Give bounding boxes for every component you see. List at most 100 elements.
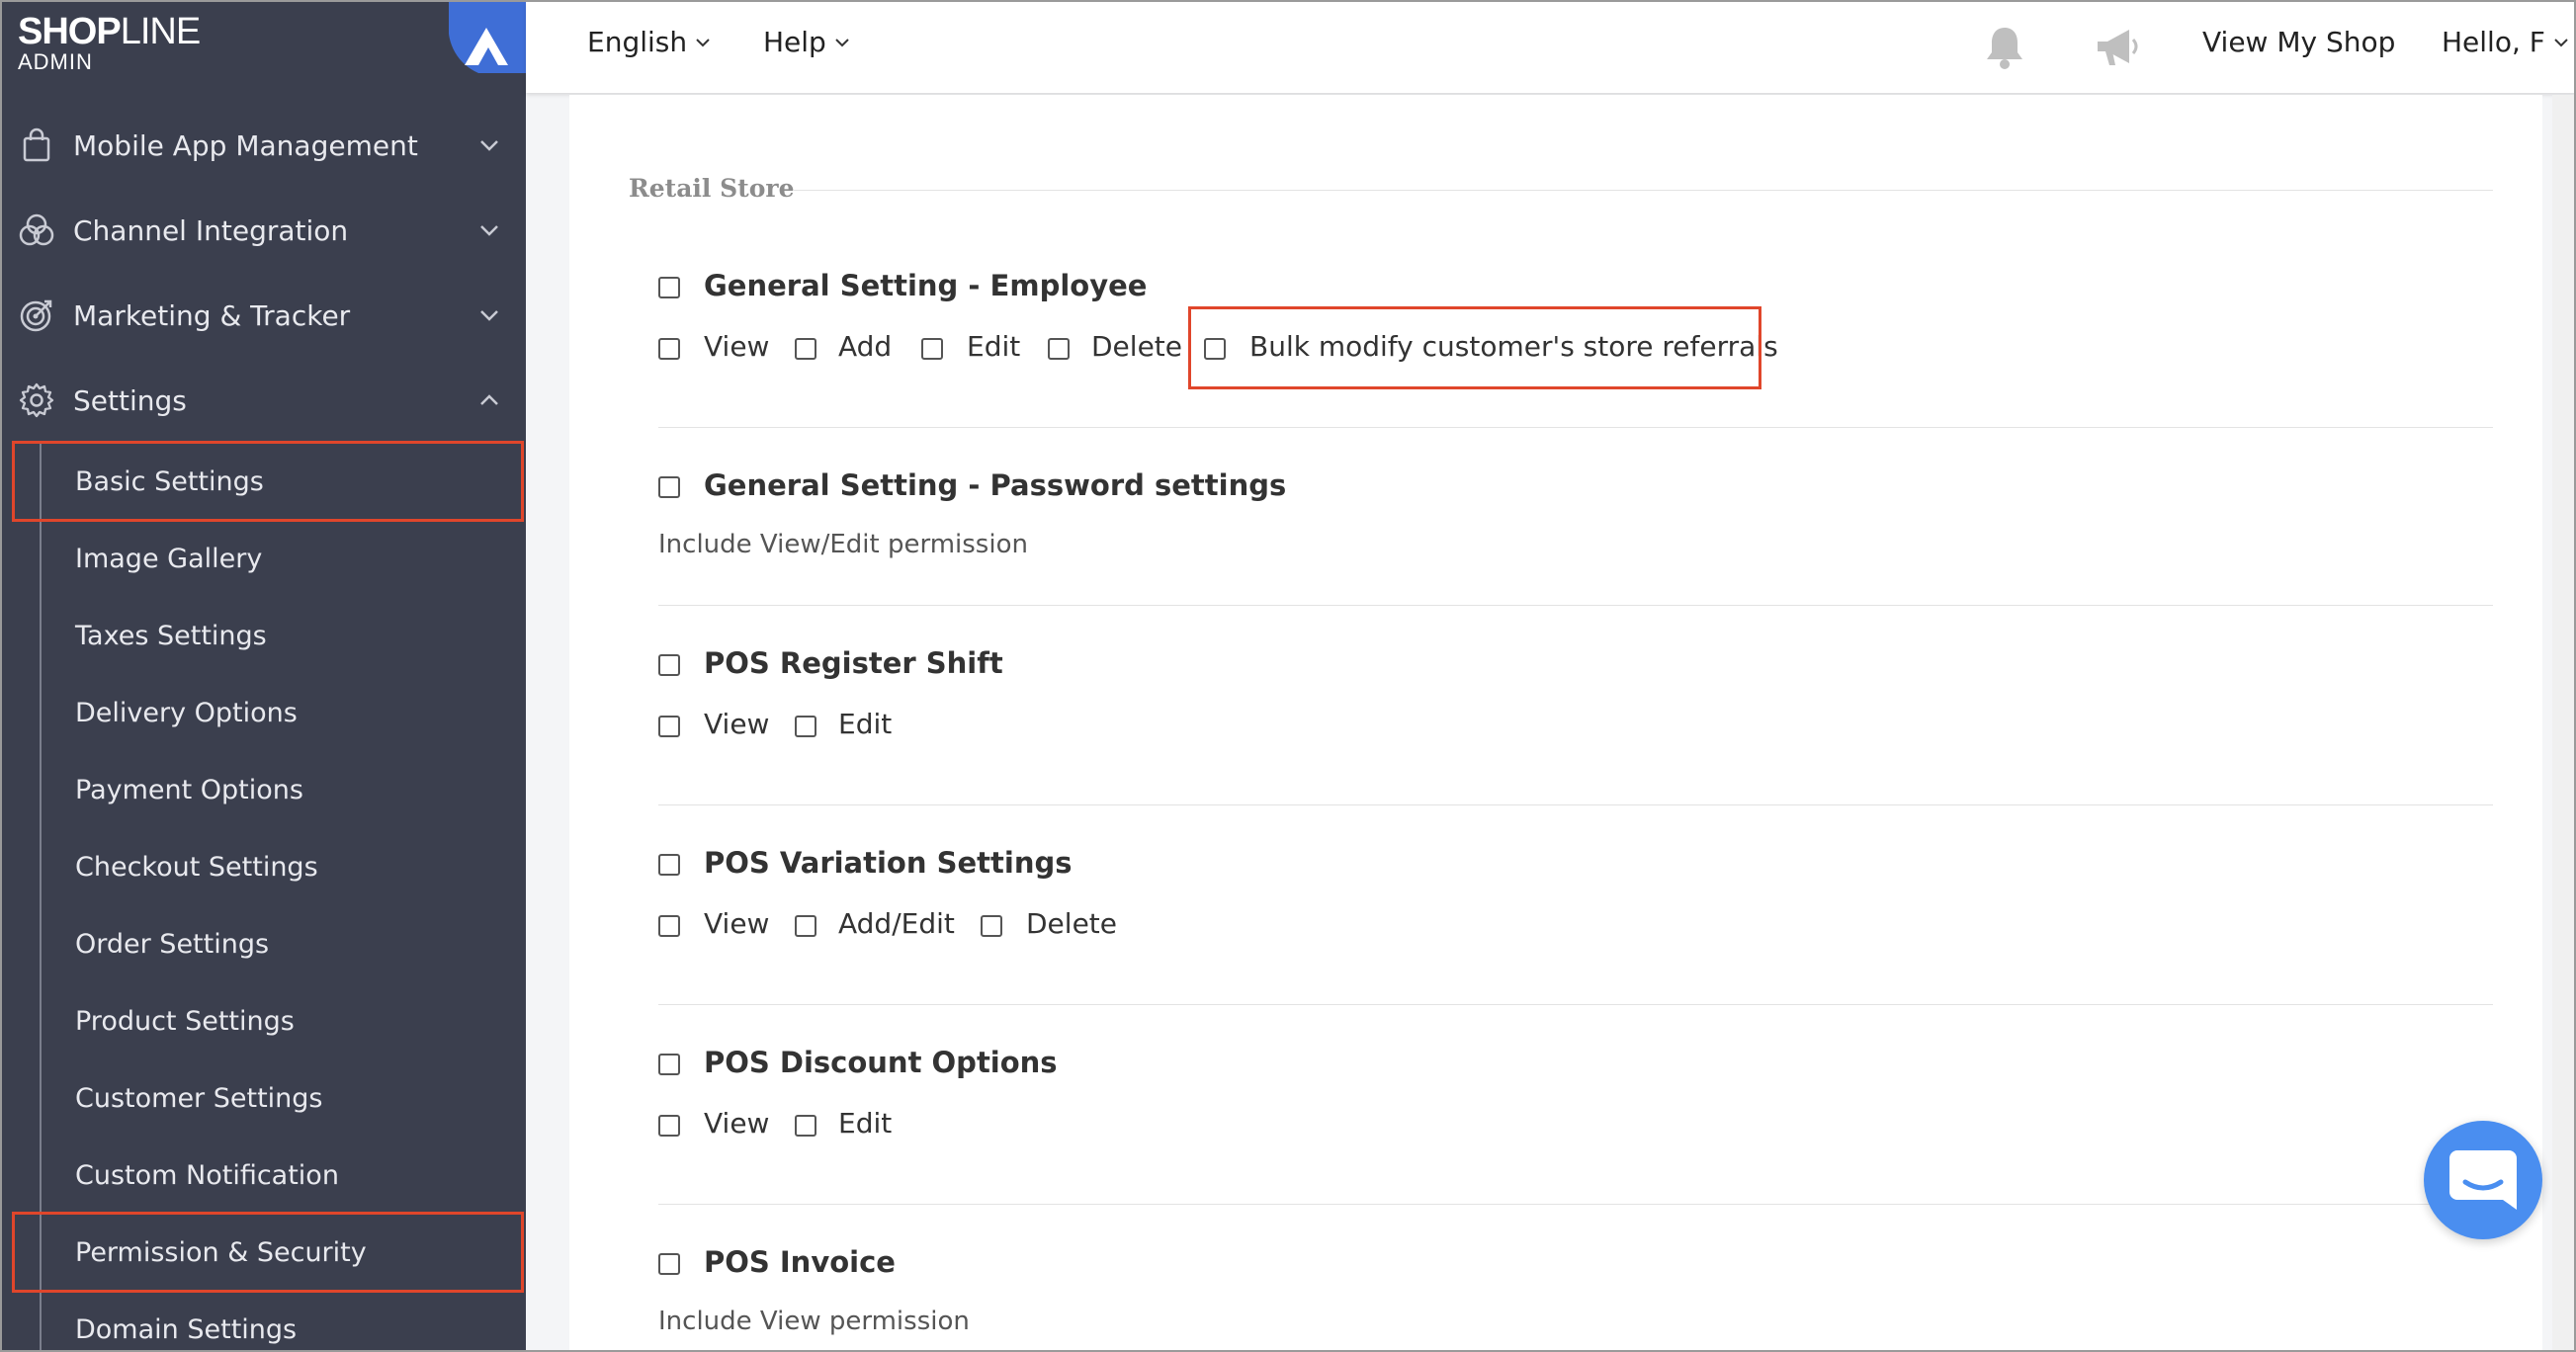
help-label: Help <box>763 26 826 58</box>
chevron-up-icon <box>480 394 498 405</box>
highlight-box-basic-settings <box>12 441 524 522</box>
top-bar: English Help View My Shop Hello, F <box>526 2 2574 93</box>
view-checkbox[interactable] <box>658 716 680 737</box>
add-edit-label: Add/Edit <box>838 907 955 940</box>
group-divider <box>658 804 2493 805</box>
sidebar-item-payment-options[interactable]: Payment Options <box>2 753 526 826</box>
add-label: Add <box>838 330 893 363</box>
chat-bubble-icon <box>2449 1150 2517 1210</box>
sidebar-item-image-gallery[interactable]: Image Gallery <box>2 522 526 595</box>
view-my-shop-link[interactable]: View My Shop <box>2202 26 2395 58</box>
highlight-box-permission-security <box>12 1212 524 1293</box>
view-label: View <box>704 330 770 363</box>
permission-group-title: POS Variation Settings <box>704 846 1073 880</box>
sidebar-item-label: Image Gallery <box>75 543 263 574</box>
sidebar-item-product-settings[interactable]: Product Settings <box>2 984 526 1057</box>
edit-checkbox[interactable] <box>795 716 816 737</box>
sidebar-item-settings[interactable]: Settings <box>2 366 526 435</box>
section-title: Retail Store <box>629 174 795 203</box>
sidebar-item-custom-notification[interactable]: Custom Notification <box>2 1139 526 1212</box>
add-checkbox[interactable] <box>795 338 816 360</box>
permission-group-checkbox[interactable] <box>658 654 680 676</box>
sidebar-item-label: Product Settings <box>75 1005 295 1037</box>
sidebar-item-label: Domain Settings <box>75 1313 298 1345</box>
sidebar-item-label: Settings <box>73 383 187 417</box>
edit-label: Edit <box>967 330 1021 363</box>
permission-panel: Retail Store General Setting - Employee … <box>569 95 2542 1350</box>
chevron-down-icon <box>835 38 849 46</box>
user-menu-dropdown[interactable]: Hello, F <box>2442 26 2569 58</box>
sidebar-item-channel-integration[interactable]: Channel Integration <box>2 196 526 265</box>
view-checkbox[interactable] <box>658 1115 680 1137</box>
chevron-down-icon <box>480 225 498 236</box>
chevron-down-icon <box>480 140 498 151</box>
sidebar-item-label: Customer Settings <box>75 1082 323 1114</box>
chevron-down-icon <box>480 310 498 321</box>
delete-checkbox[interactable] <box>981 915 1002 937</box>
help-dropdown[interactable]: Help <box>763 26 850 58</box>
sidebar-item-label: Taxes Settings <box>75 620 267 651</box>
logo[interactable]: SHOPLINE ADMIN <box>18 11 201 74</box>
sidebar-item-checkout-settings[interactable]: Checkout Settings <box>2 830 526 903</box>
permission-group-title: General Setting - Password settings <box>704 468 1287 502</box>
channel-circles-icon <box>19 213 54 246</box>
sidebar-item-mobile-app-management[interactable]: Mobile App Management <box>2 111 526 180</box>
logo-sub: ADMIN <box>18 49 93 74</box>
add-edit-checkbox[interactable] <box>795 915 816 937</box>
view-my-shop-label: View My Shop <box>2202 26 2396 58</box>
scrollbar[interactable] <box>2552 95 2574 1350</box>
brand-mountain-icon <box>449 2 526 73</box>
permission-note: Include View permission <box>658 1307 970 1336</box>
view-label: View <box>704 1107 770 1140</box>
permission-note: Include View/Edit permission <box>658 530 1028 559</box>
gear-icon <box>19 382 54 418</box>
permission-group-checkbox[interactable] <box>658 1054 680 1075</box>
chevron-down-icon <box>696 38 710 46</box>
delete-label: Delete <box>1091 330 1182 363</box>
permission-group-title: POS Discount Options <box>704 1046 1058 1079</box>
sidebar-item-label: Checkout Settings <box>75 851 318 883</box>
group-divider <box>658 605 2493 606</box>
sidebar-item-taxes-settings[interactable]: Taxes Settings <box>2 599 526 672</box>
sidebar-item-label: Custom Notification <box>75 1159 339 1191</box>
section-divider <box>793 190 2493 191</box>
edit-checkbox[interactable] <box>795 1115 816 1137</box>
sidebar-item-label: Order Settings <box>75 928 270 960</box>
delete-label: Delete <box>1026 907 1117 940</box>
shopping-bag-icon <box>23 127 50 162</box>
view-checkbox[interactable] <box>658 915 680 937</box>
sidebar-item-label: Marketing & Tracker <box>73 298 351 332</box>
sidebar-item-label: Channel Integration <box>73 213 349 247</box>
sidebar-item-domain-settings[interactable]: Domain Settings <box>2 1293 526 1350</box>
sidebar-item-customer-settings[interactable]: Customer Settings <box>2 1061 526 1135</box>
bell-icon[interactable] <box>1979 22 2030 73</box>
chat-support-button[interactable] <box>2424 1121 2542 1239</box>
group-divider <box>658 427 2493 428</box>
view-checkbox[interactable] <box>658 338 680 360</box>
megaphone-icon[interactable] <box>2092 22 2143 73</box>
sidebar-item-order-settings[interactable]: Order Settings <box>2 907 526 980</box>
highlight-box-bulk-modify <box>1188 306 1761 389</box>
sidebar-item-marketing-tracker[interactable]: Marketing & Tracker <box>2 281 526 350</box>
logo-name-rest: LINE <box>120 11 201 52</box>
permission-group-checkbox[interactable] <box>658 476 680 498</box>
sidebar-item-delivery-options[interactable]: Delivery Options <box>2 676 526 749</box>
user-greeting: Hello, F <box>2442 26 2545 58</box>
permission-group-checkbox[interactable] <box>658 277 680 298</box>
sidebar-item-label: Payment Options <box>75 774 303 805</box>
group-divider <box>658 1004 2493 1005</box>
language-label: English <box>587 26 688 58</box>
edit-label: Edit <box>838 1107 893 1140</box>
view-label: View <box>704 708 770 740</box>
language-dropdown[interactable]: English <box>587 26 711 58</box>
edit-label: Edit <box>838 708 893 740</box>
view-label: View <box>704 907 770 940</box>
delete-checkbox[interactable] <box>1048 338 1070 360</box>
permission-group-checkbox[interactable] <box>658 854 680 876</box>
permission-group-title: POS Register Shift <box>704 646 1003 680</box>
edit-checkbox[interactable] <box>921 338 943 360</box>
permission-group-title: POS Invoice <box>704 1245 896 1279</box>
group-divider <box>658 1204 2493 1205</box>
logo-name-bold: SHOP <box>18 11 122 52</box>
permission-group-checkbox[interactable] <box>658 1253 680 1275</box>
